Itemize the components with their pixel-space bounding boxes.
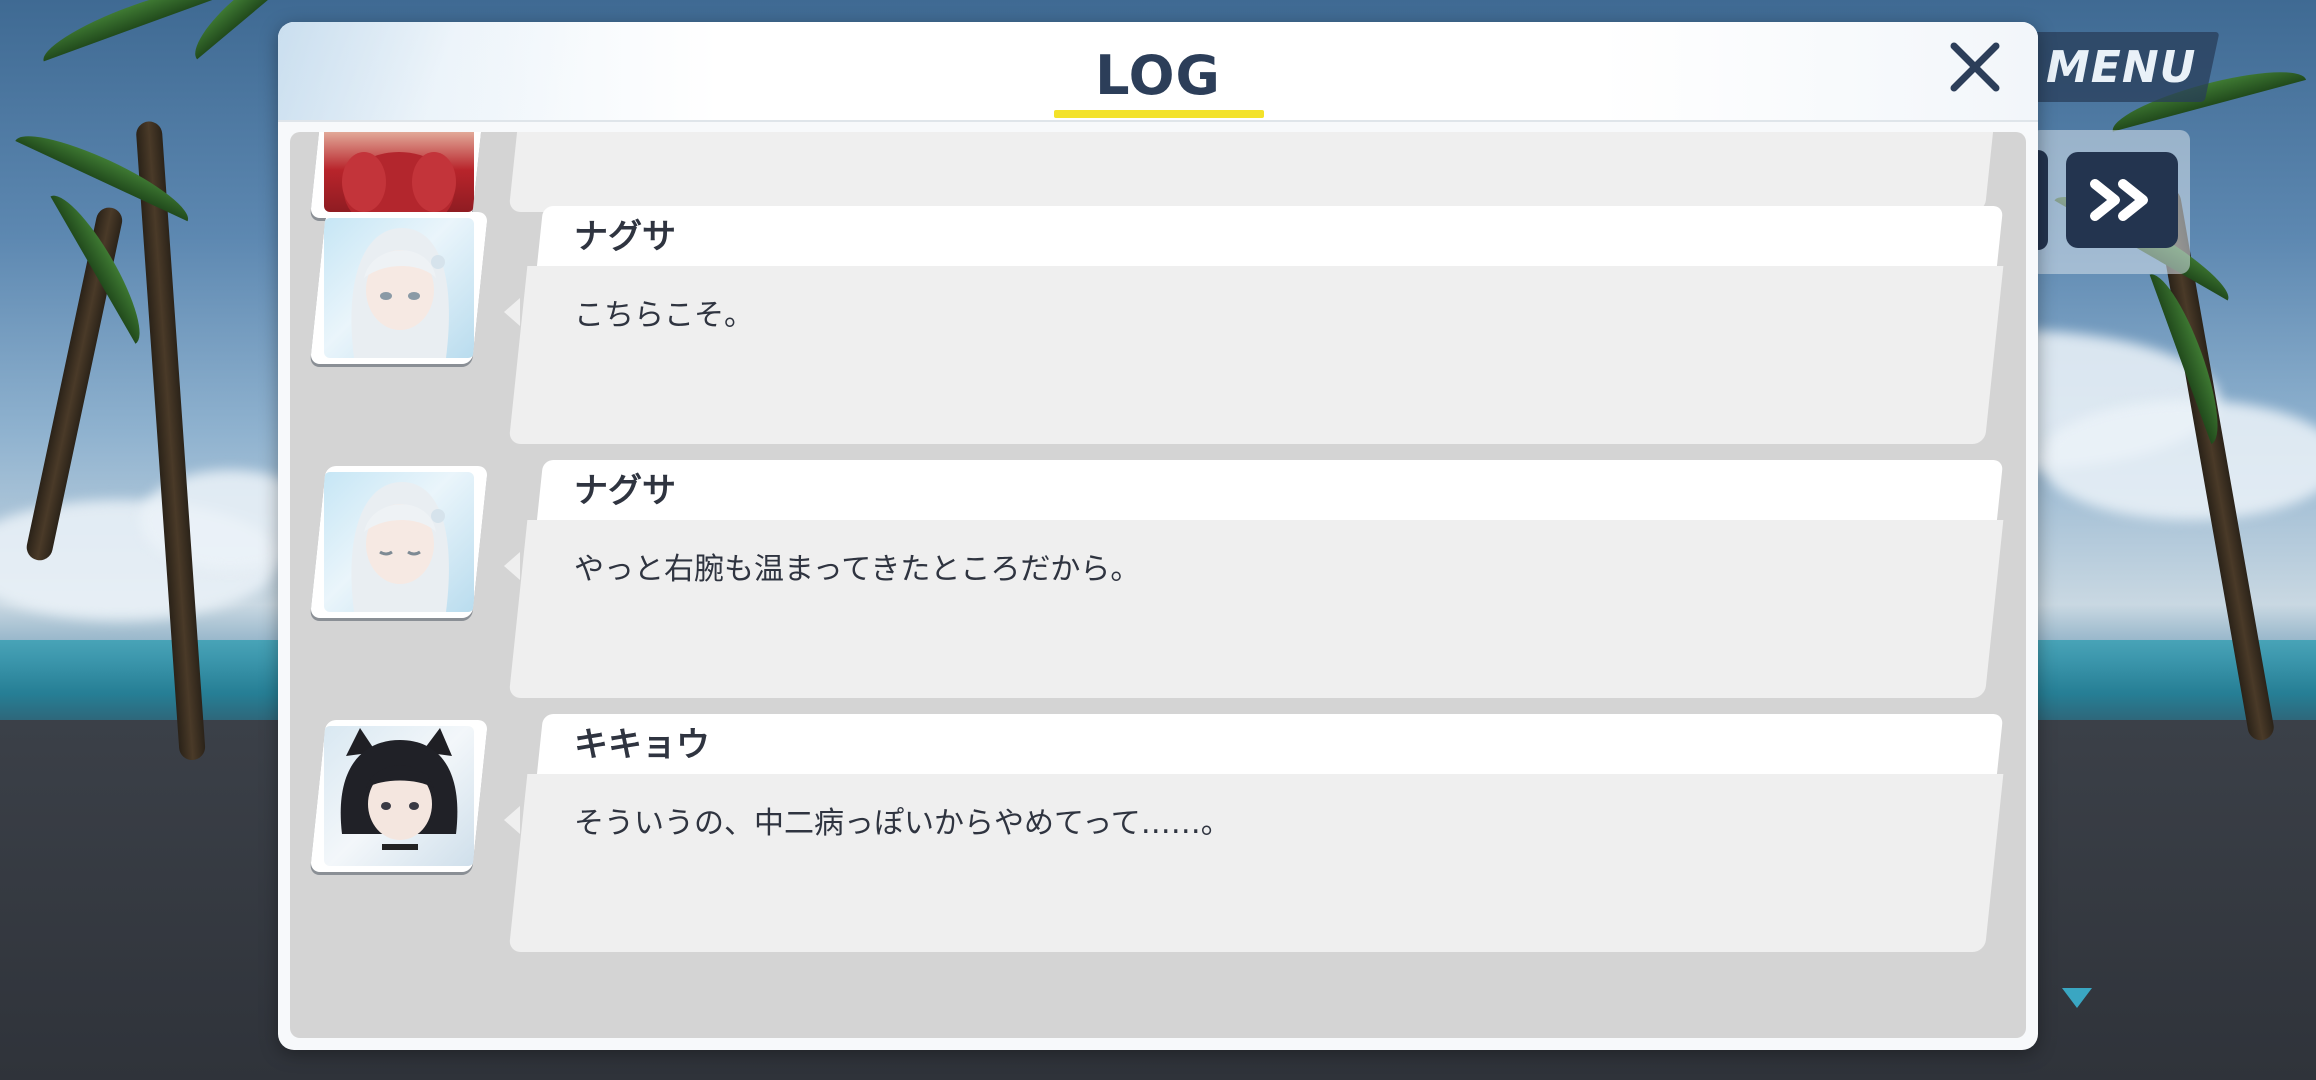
close-button[interactable] xyxy=(1942,36,2008,102)
nagusa-portrait xyxy=(324,472,474,612)
message-box xyxy=(508,132,2004,212)
log-title: LOG xyxy=(1095,44,1221,107)
speaker-name: ナグサ xyxy=(574,217,676,257)
message-text: やっと右腕も温まってきたところだから。 xyxy=(574,552,1141,587)
speaker-name: ナグサ xyxy=(574,471,676,511)
triangle-down-icon xyxy=(2062,988,2092,1008)
log-entry: ナグサ こちらこそ。 xyxy=(290,206,2026,452)
bubble-pointer xyxy=(504,552,520,580)
close-icon xyxy=(1950,42,2000,92)
red-haired-character-portrait xyxy=(324,132,474,212)
log-entry: キキョウ そういうの、中二病っぽいからやめてって……。 xyxy=(290,714,2026,960)
skip-button[interactable] xyxy=(2066,152,2178,248)
name-bar xyxy=(536,206,2004,268)
portrait-art xyxy=(342,152,456,212)
character-portrait xyxy=(310,132,488,218)
kikyou-portrait xyxy=(324,726,474,866)
palm-leaf xyxy=(15,121,197,222)
name-bar xyxy=(536,714,2004,776)
log-entry: ナグサ やっと右腕も温まってきたところだから。 xyxy=(290,460,2026,706)
name-bar xyxy=(536,460,2004,522)
speaker-name: キキョウ xyxy=(574,725,710,765)
character-portrait xyxy=(310,212,488,364)
double-chevron-right-icon xyxy=(2090,179,2148,221)
cloud xyxy=(2040,400,2316,520)
header-decoration xyxy=(278,22,698,120)
log-header: LOG xyxy=(278,22,2038,122)
bubble-pointer xyxy=(504,298,520,326)
message-text: こちらこそ。 xyxy=(574,298,754,333)
character-portrait xyxy=(310,466,488,618)
log-list[interactable]: ナグサ こちらこそ。 ナグサ やっと右腕も温まってきたところだから。 キキョウ … xyxy=(290,132,2026,1038)
message-text: そういうの、中二病っぽいからやめてって……。 xyxy=(574,806,1231,841)
nagusa-portrait xyxy=(324,218,474,358)
bubble-pointer xyxy=(504,806,520,834)
log-dialog: LOG ナグサ こちらこそ。 ナグサ やっと右腕も温まってきたところだから。 キ… xyxy=(278,22,2038,1050)
portrait-art xyxy=(351,482,449,612)
portrait-art xyxy=(340,728,458,850)
menu-button-label[interactable]: MENU xyxy=(2046,40,2195,96)
portrait-art xyxy=(351,228,449,358)
title-underline xyxy=(1054,110,1264,118)
character-portrait xyxy=(310,720,488,872)
